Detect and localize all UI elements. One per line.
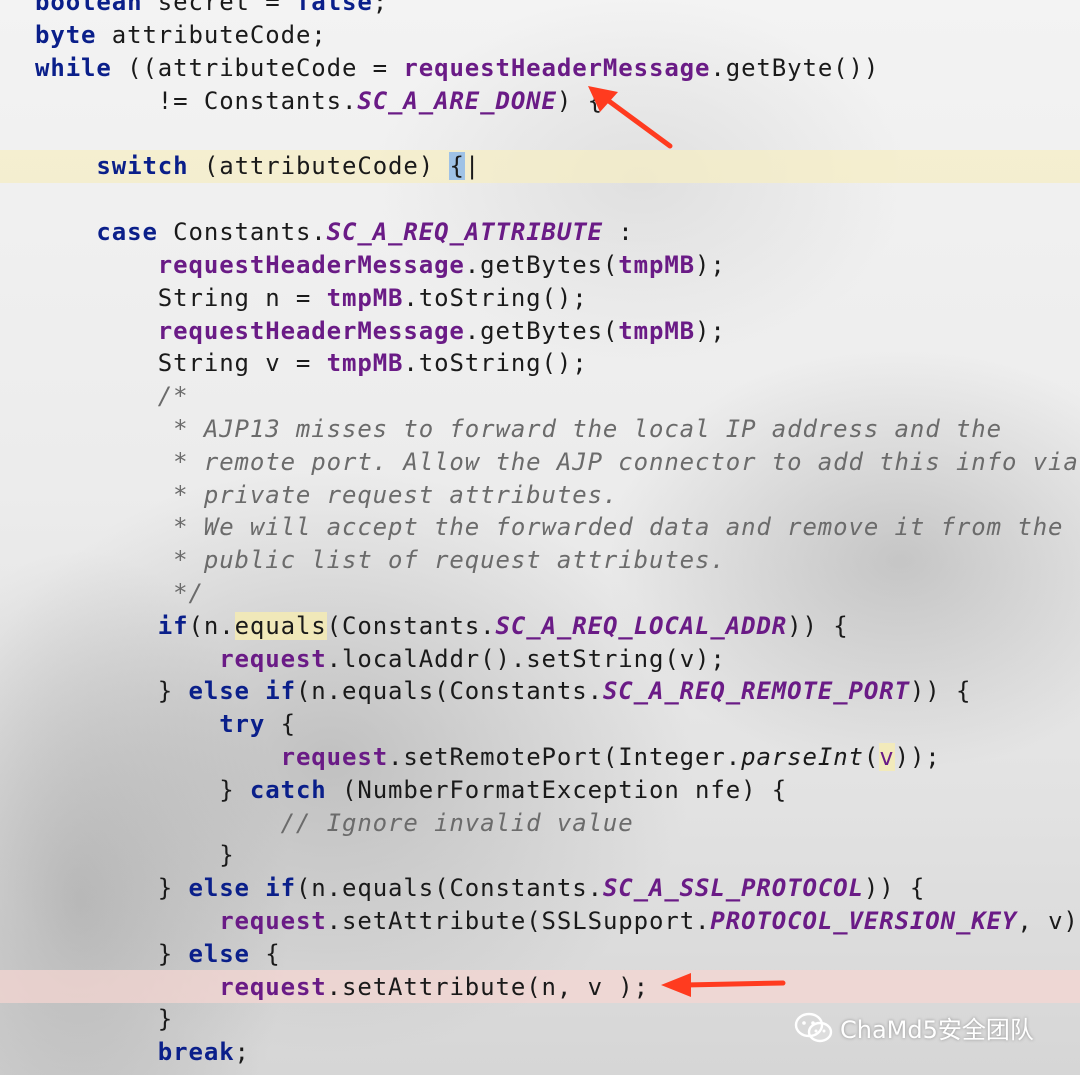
code-line: request.setAttribute(n, v );: [219, 973, 649, 1001]
comment-line: * AJP13 misses to forward the local IP a…: [35, 415, 1003, 443]
comment-line: // Ignore invalid value: [35, 809, 634, 837]
code-line: }: [35, 841, 235, 869]
code-line: } else if(n.equals(Constants.SC_A_SSL_PR…: [35, 874, 926, 902]
code-line: }: [35, 1005, 174, 1033]
code-line: String v = tmpMB.toString();: [35, 349, 588, 377]
red-arrow-icon: [661, 973, 786, 997]
code-line: switch (attributeCode) {|: [96, 152, 481, 180]
red-arrow-icon: [588, 86, 673, 149]
code-line: != Constants.SC_A_ARE_DONE) {: [35, 87, 603, 115]
code-line: while ((attributeCode = requestHeaderMes…: [35, 54, 880, 82]
code-line: } else {: [35, 940, 281, 968]
code-line: if(n.equals(Constants.SC_A_REQ_LOCAL_ADD…: [157, 612, 849, 640]
code-line: try {: [219, 710, 296, 738]
comment-line: */: [35, 579, 204, 607]
code-line: String n = tmpMB.toString();: [35, 284, 588, 312]
wechat-icon: [794, 1012, 833, 1042]
code-line: request.localAddr().setString(v);: [219, 645, 726, 673]
comment-line: * We will accept the forwarded data and …: [35, 513, 1064, 541]
code-line: request.setRemotePort(Integer.parseInt(v…: [280, 743, 941, 771]
comment-line: /*: [35, 382, 189, 410]
code-line: break;: [157, 1038, 250, 1066]
code-line: requestHeaderMessage.getBytes(tmpMB);: [157, 317, 726, 345]
code-line: } else if(n.equals(Constants.SC_A_REQ_RE…: [35, 677, 972, 705]
comment-line: * remote port. Allow the AJP connector t…: [35, 448, 1079, 476]
code-line: case Constants.SC_A_REQ_ATTRIBUTE :: [96, 218, 634, 246]
code-line: byte attributeCode;: [35, 21, 327, 49]
watermark-text: ChaMd5安全团队: [840, 1016, 1034, 1044]
comment-line: * private request attributes.: [35, 481, 619, 509]
code-line: request.setAttribute(SSLSupport.PROTOCOL…: [219, 907, 1080, 935]
code-line: requestHeaderMessage.getBytes(tmpMB);: [157, 251, 726, 279]
code-line: boolean secret = false;: [35, 0, 389, 16]
watermark: ChaMd5安全团队: [794, 1010, 1034, 1045]
code-line: } catch (NumberFormatException nfe) {: [35, 776, 788, 804]
comment-line: * public list of request attributes.: [35, 546, 726, 574]
